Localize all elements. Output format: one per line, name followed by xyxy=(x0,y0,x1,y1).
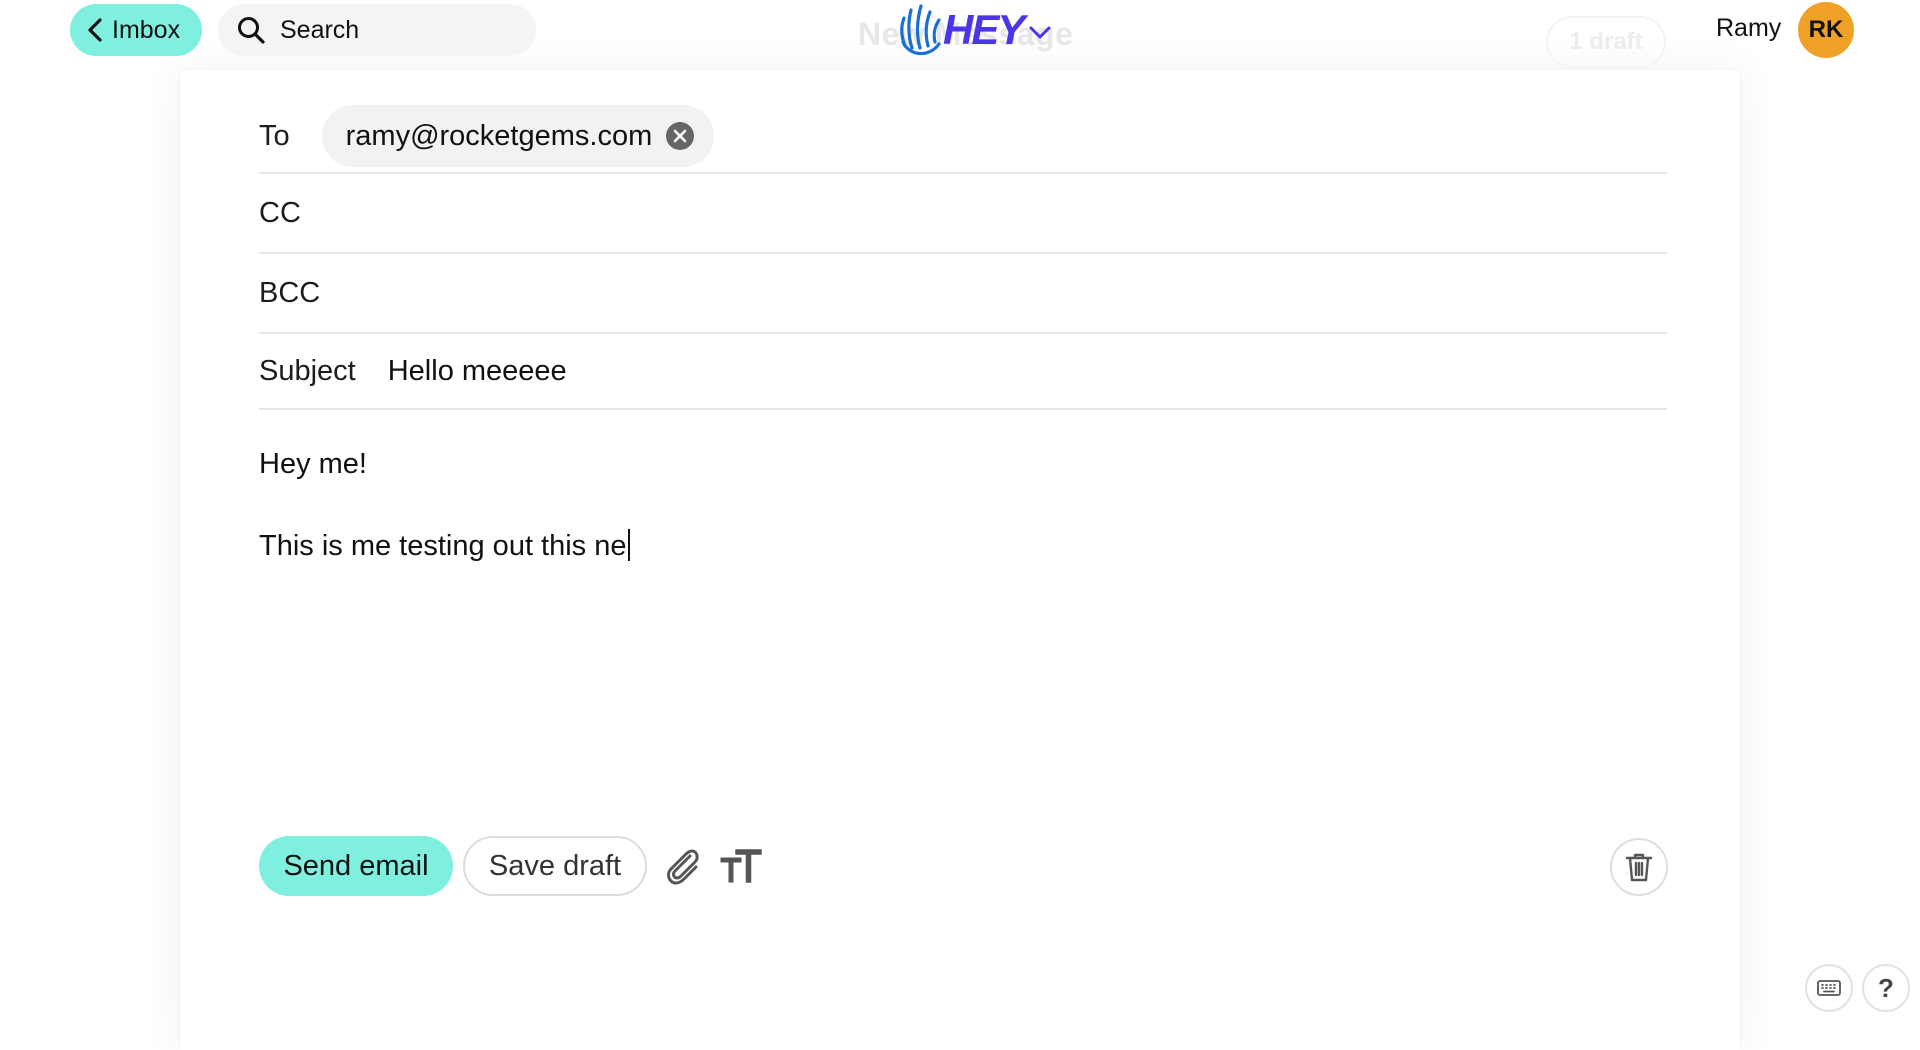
help-button[interactable]: ? xyxy=(1862,964,1910,1012)
back-chevron-icon xyxy=(88,18,102,42)
recipient-chip[interactable]: ramy@rocketgems.com xyxy=(321,105,715,167)
remove-recipient-icon[interactable] xyxy=(666,122,695,150)
text-format-icon[interactable] xyxy=(720,846,762,886)
cc-field[interactable]: CC xyxy=(259,174,1667,254)
avatar[interactable]: RK xyxy=(1798,2,1854,58)
send-email-button[interactable]: Send email xyxy=(259,836,453,896)
hey-logo-menu[interactable]: HEY xyxy=(895,2,1051,58)
message-body-line-2: This is me testing out this ne xyxy=(259,530,627,562)
search-icon xyxy=(238,17,265,44)
to-field[interactable]: To ramy@rocketgems.com xyxy=(259,100,1667,174)
recipient-email: ramy@rocketgems.com xyxy=(345,119,653,152)
search-label: Search xyxy=(280,15,360,44)
top-bar: Imbox Search New Message HEY 1 draft Ram… xyxy=(0,0,1920,68)
trash-icon xyxy=(1625,853,1653,882)
cc-label: CC xyxy=(259,196,301,229)
draft-count-badge[interactable]: 1 draft xyxy=(1546,16,1666,68)
back-to-imbox-button[interactable]: Imbox xyxy=(70,4,203,56)
to-label: To xyxy=(259,119,290,152)
bcc-field[interactable]: BCC xyxy=(259,254,1667,334)
user-name[interactable]: Ramy xyxy=(1716,14,1781,43)
hey-hand-icon xyxy=(900,4,941,56)
subject-label: Subject xyxy=(259,354,356,387)
bcc-label: BCC xyxy=(259,276,321,309)
subject-input[interactable]: Hello meeeee xyxy=(388,355,567,388)
logo-wordmark: HEY xyxy=(943,6,1025,53)
paperclip-icon[interactable] xyxy=(660,844,704,888)
save-draft-button[interactable]: Save draft xyxy=(463,836,647,896)
subject-field[interactable]: Subject Hello meeeee xyxy=(259,334,1667,410)
discard-draft-button[interactable] xyxy=(1610,838,1668,896)
search-button[interactable]: Search xyxy=(218,4,536,56)
message-body-editor[interactable]: This is me testing out this ne xyxy=(259,529,630,563)
message-body-line-1[interactable]: Hey me! xyxy=(259,450,367,479)
keyboard-shortcuts-button[interactable] xyxy=(1805,964,1853,1012)
text-caret xyxy=(627,529,630,561)
back-button-label: Imbox xyxy=(112,15,181,44)
close-icon xyxy=(673,129,687,143)
keyboard-icon xyxy=(1817,980,1841,996)
chevron-down-icon xyxy=(1029,26,1051,39)
